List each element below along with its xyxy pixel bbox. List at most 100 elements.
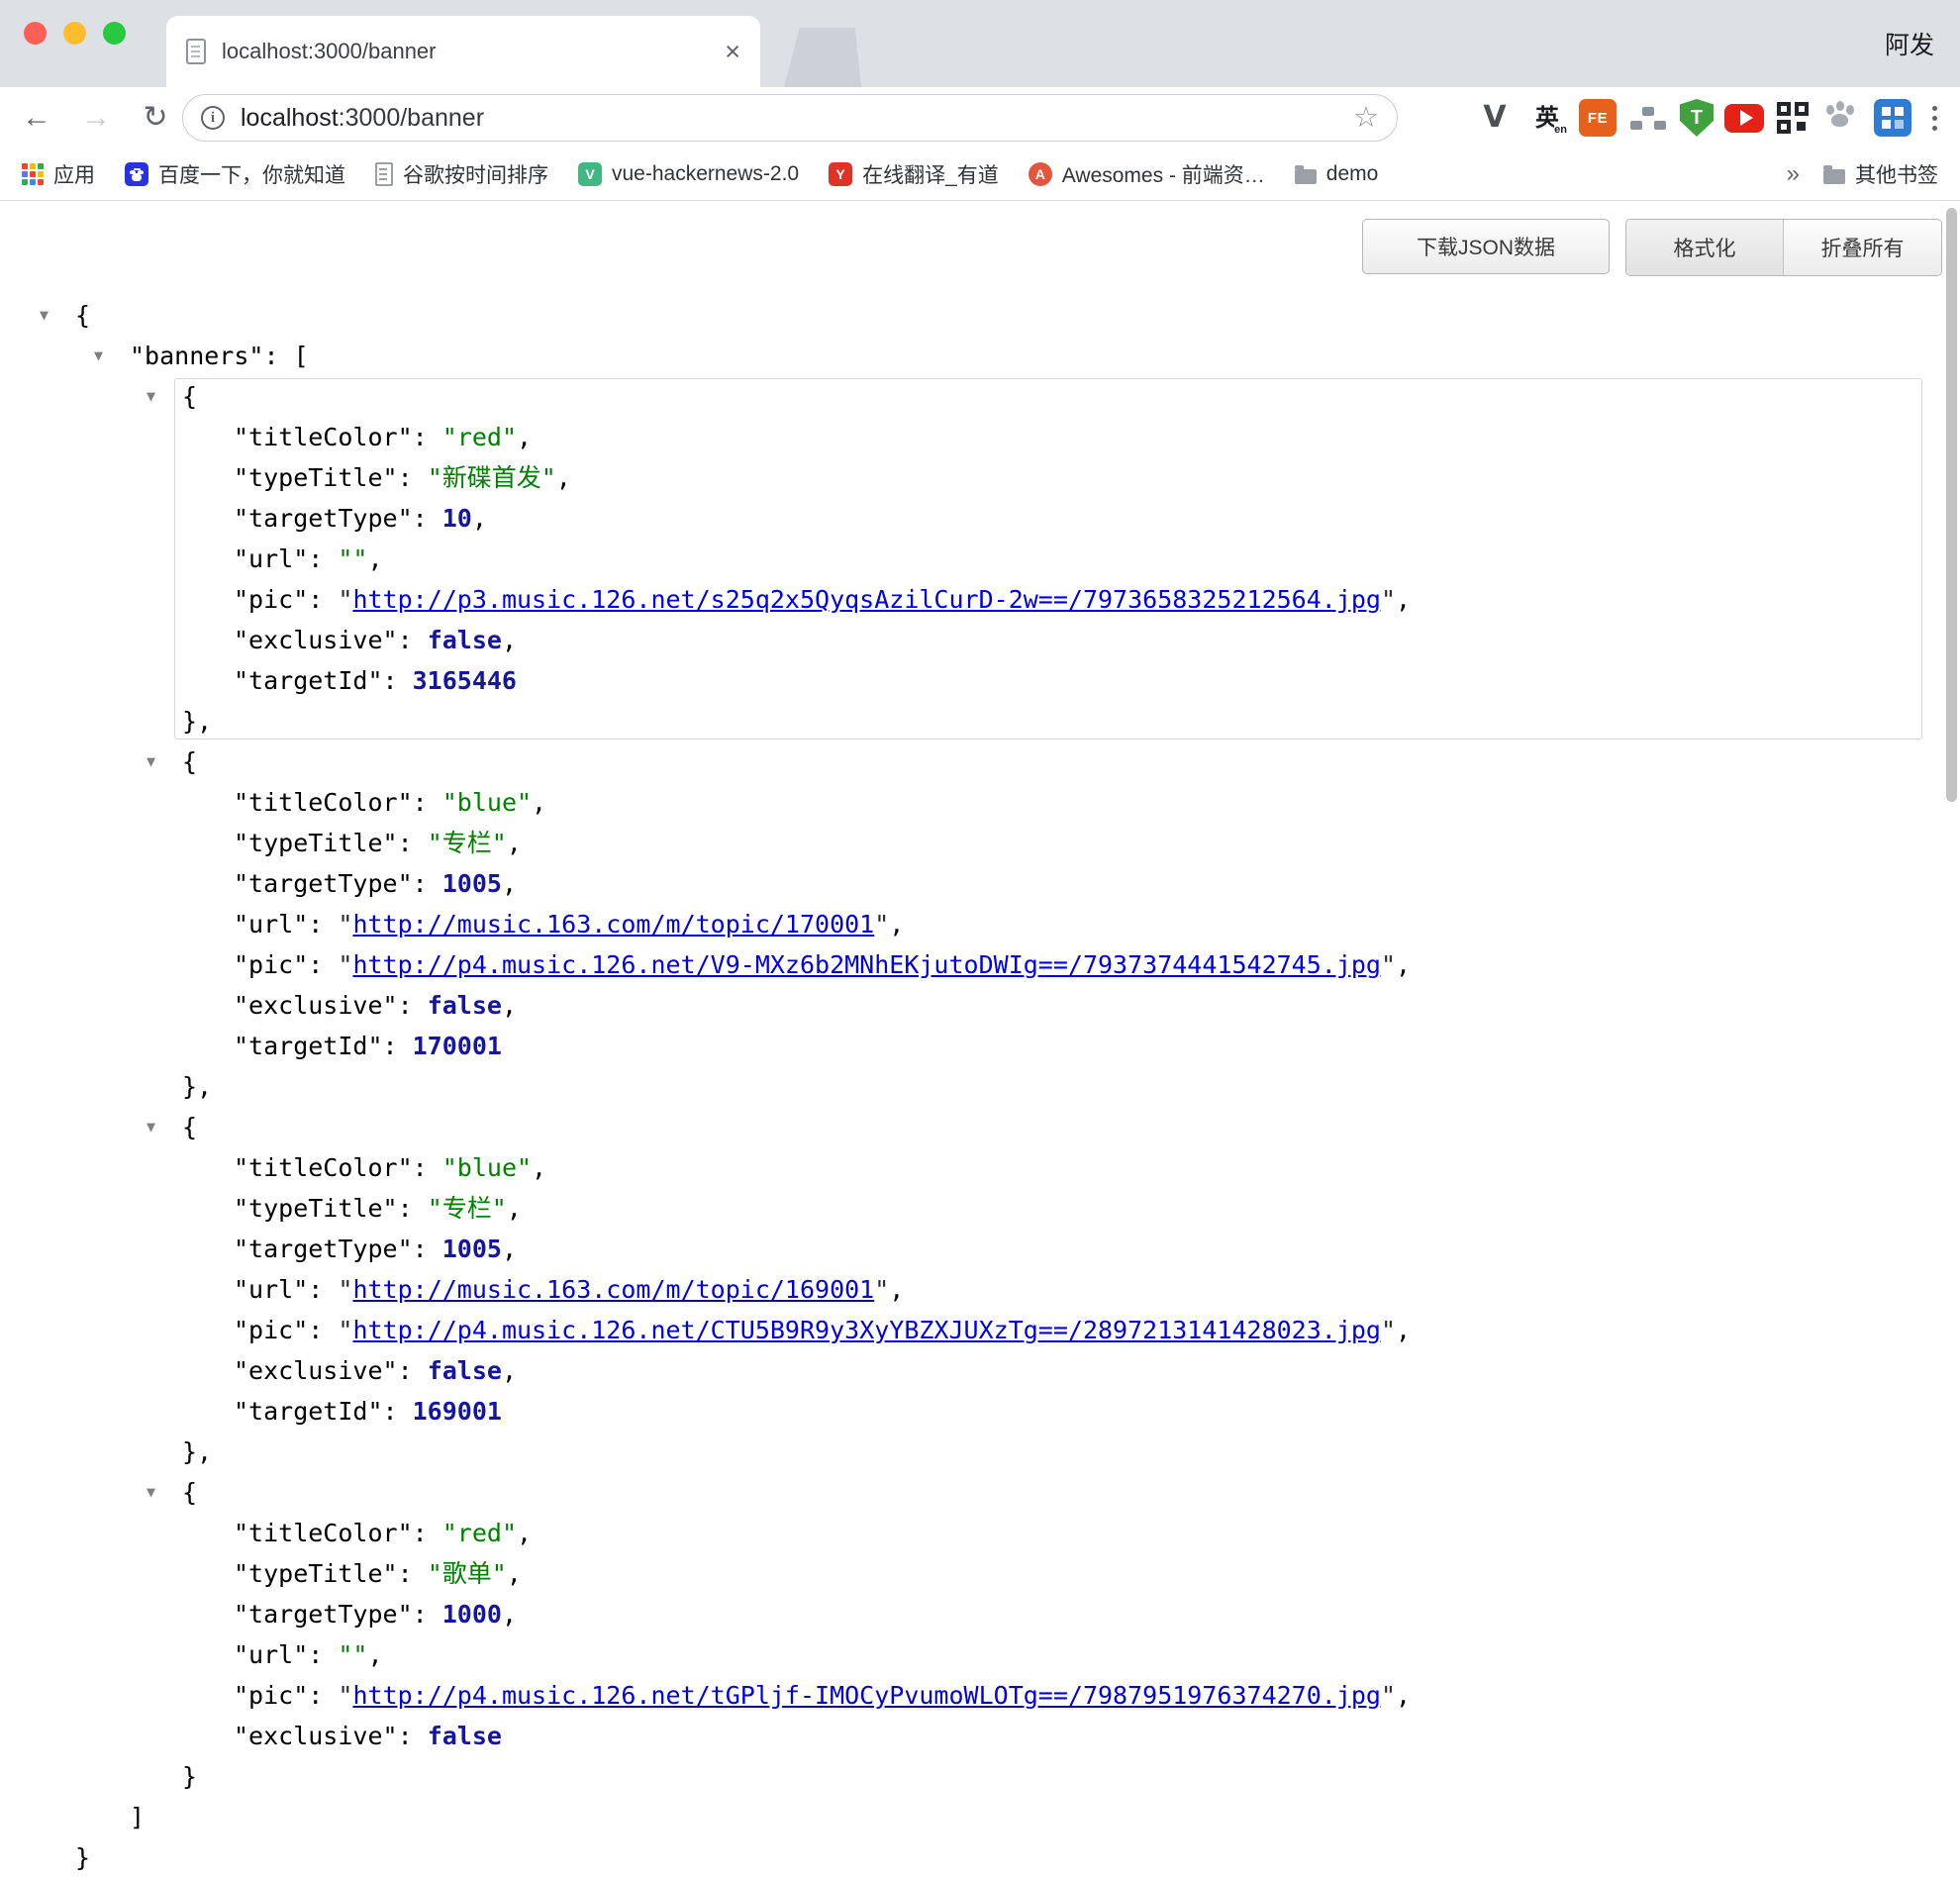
- window-close-button[interactable]: [24, 22, 47, 45]
- bookmarks-bar: 应用百度一下，你就知道 谷歌按时间排序 Vvue-hackernews-2.0 Y在线…: [0, 148, 1960, 201]
- baidu-icon: [125, 162, 148, 186]
- collapse-caret[interactable]: ▼: [94, 336, 103, 376]
- json-object: ▼{"titleColor": "blue","typeTitle": "专栏"…: [0, 1107, 1960, 1472]
- collapse-caret[interactable]: ▼: [147, 1107, 155, 1147]
- json-line: "url": "",: [0, 539, 1960, 579]
- other-bookmarks-folder[interactable]: 其他书签: [1823, 159, 1938, 189]
- bookmark-label: Awesomes - 前端资…: [1062, 159, 1265, 189]
- qrcode-icon[interactable]: [1775, 100, 1811, 136]
- json-string-value: "新碟首发": [428, 463, 556, 492]
- bookmark-label: 谷歌按时间排序: [403, 159, 548, 189]
- back-icon[interactable]: [20, 103, 53, 133]
- json-line: },: [0, 701, 1960, 741]
- collapse-caret[interactable]: ▼: [147, 376, 155, 417]
- json-string-value: "red": [442, 1519, 517, 1547]
- json-boolean-value: false: [428, 1356, 502, 1385]
- tab-close-icon[interactable]: ×: [725, 39, 740, 65]
- json-string-value: "blue": [442, 1153, 532, 1182]
- json-url-link[interactable]: http://music.163.com/m/topic/170001: [352, 910, 874, 939]
- json-string-value: "专栏": [428, 1194, 507, 1223]
- profile-name[interactable]: 阿发: [1885, 26, 1934, 61]
- window-minimize-button[interactable]: [63, 22, 86, 45]
- navigation-bar: localhost:3000/banner V英 FE T: [0, 87, 1960, 148]
- collector-icon[interactable]: [1874, 99, 1911, 137]
- collapse-caret[interactable]: ▼: [147, 741, 155, 782]
- json-line: "url": "http://music.163.com/m/topic/170…: [0, 904, 1960, 944]
- other-bookmarks-label: 其他书签: [1855, 159, 1938, 189]
- bookmark-item[interactable]: 百度一下，你就知道: [125, 159, 345, 189]
- browser-tab[interactable]: localhost:3000/banner ×: [166, 16, 760, 87]
- json-line: "pic": "http://p4.music.126.net/tGPljf-I…: [0, 1675, 1960, 1716]
- json-line: "pic": "http://p4.music.126.net/V9-MXz6b…: [0, 944, 1960, 985]
- json-url-link[interactable]: http://p3.music.126.net/s25q2x5QyqsAzilC…: [352, 585, 1381, 614]
- json-line: ▼"banners": [: [0, 336, 1960, 376]
- download-json-button[interactable]: 下载JSON数据: [1362, 219, 1610, 274]
- collapse-all-button[interactable]: 折叠所有: [1783, 220, 1941, 275]
- bookmark-item[interactable]: 谷歌按时间排序: [375, 159, 548, 189]
- extensions-row: V英 FE T: [1474, 87, 1946, 148]
- json-key: "banners": [130, 342, 263, 370]
- json-number-value: 10: [442, 504, 472, 533]
- json-tree: ▼{▼"banners": [▼{"titleColor": "red","ty…: [0, 202, 1960, 1878]
- url-path: :3000/banner: [339, 104, 484, 132]
- org-chart-icon[interactable]: [1627, 97, 1669, 139]
- json-line: "exclusive": false,: [0, 1350, 1960, 1391]
- format-button[interactable]: 格式化: [1626, 220, 1783, 275]
- json-line: "targetType": 1000,: [0, 1594, 1960, 1634]
- paw-icon[interactable]: [1821, 97, 1863, 139]
- json-key: "url": [234, 910, 308, 939]
- shield-icon[interactable]: T: [1680, 99, 1714, 137]
- bookmark-item[interactable]: demo: [1295, 162, 1379, 186]
- info-icon[interactable]: [201, 106, 225, 130]
- vue-icon: V: [578, 162, 602, 186]
- json-key: "targetType": [234, 1235, 413, 1263]
- reload-icon[interactable]: [139, 103, 172, 133]
- json-url-link[interactable]: http://p4.music.126.net/CTU5B9R9y3XyYBZX…: [352, 1316, 1381, 1344]
- url-text[interactable]: localhost:3000/banner: [241, 104, 1353, 133]
- json-line: ▼{: [0, 1107, 1960, 1147]
- json-number-value: 169001: [413, 1397, 502, 1426]
- fehelper-icon[interactable]: FE: [1579, 99, 1617, 137]
- json-line: }: [0, 1756, 1960, 1797]
- json-url-link[interactable]: http://p4.music.126.net/tGPljf-IMOCyPvum…: [352, 1681, 1381, 1710]
- json-line: "exclusive": false,: [0, 985, 1960, 1026]
- awesomes-icon: A: [1029, 162, 1052, 186]
- bookmark-label: vue-hackernews-2.0: [612, 162, 799, 186]
- json-line: "titleColor": "red",: [0, 1513, 1960, 1553]
- new-tab-button[interactable]: [784, 28, 861, 87]
- bookmark-item[interactable]: A Awesomes - 前端资…: [1029, 159, 1265, 189]
- json-number-value: 1005: [442, 1235, 502, 1263]
- json-line: "targetId": 170001: [0, 1026, 1960, 1066]
- json-key: "exclusive": [234, 626, 398, 654]
- json-key: "typeTitle": [234, 829, 398, 857]
- json-key: "url": [234, 1275, 308, 1304]
- translate-icon[interactable]: 英: [1526, 97, 1568, 139]
- json-key: "titleColor": [234, 423, 413, 451]
- bookmark-item[interactable]: Vvue-hackernews-2.0: [578, 162, 799, 186]
- json-url-link[interactable]: http://p4.music.126.net/V9-MXz6b2MNhEKju…: [352, 950, 1381, 979]
- url-bar[interactable]: localhost:3000/banner: [182, 94, 1398, 142]
- json-string-value: "red": [442, 423, 517, 451]
- bookmark-star-icon[interactable]: [1353, 104, 1379, 133]
- collapse-caret[interactable]: ▼: [40, 295, 49, 336]
- json-line: "targetId": 169001: [0, 1391, 1960, 1432]
- json-key: "targetId": [234, 1397, 383, 1426]
- forward-icon[interactable]: [79, 103, 113, 133]
- youtube-icon[interactable]: [1724, 104, 1764, 133]
- bookmark-item[interactable]: Y在线翻译_有道: [829, 159, 999, 189]
- json-key: "url": [234, 1640, 308, 1669]
- json-object: ▼{"titleColor": "red","typeTitle": "歌单",…: [0, 1472, 1960, 1797]
- overflow-menu-icon[interactable]: [1922, 97, 1946, 139]
- bookmarks-overflow-chevron[interactable]: »: [1787, 160, 1800, 188]
- json-url-link[interactable]: http://music.163.com/m/topic/169001: [352, 1275, 874, 1304]
- bookmark-item[interactable]: 应用: [22, 159, 95, 189]
- json-key: "url": [234, 544, 308, 573]
- vimium-icon[interactable]: V: [1474, 97, 1516, 139]
- collapse-caret[interactable]: ▼: [147, 1472, 155, 1513]
- page-icon: [375, 162, 393, 186]
- window-zoom-button[interactable]: [103, 22, 126, 45]
- json-string-value: "blue": [442, 788, 532, 817]
- scrollbar-thumb[interactable]: [1946, 208, 1957, 802]
- json-string-value: "专栏": [428, 829, 507, 857]
- json-line: ]: [0, 1797, 1960, 1837]
